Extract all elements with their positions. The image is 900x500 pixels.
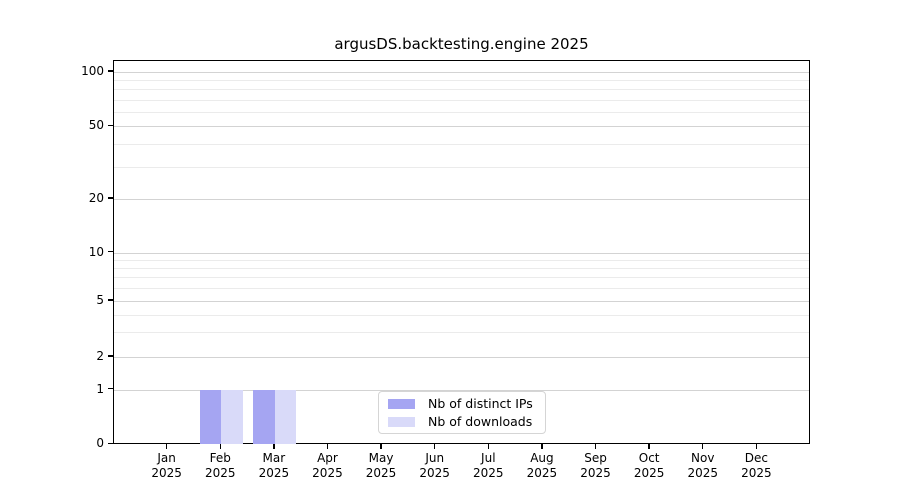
minor-gridline	[114, 332, 809, 333]
minor-gridline	[114, 80, 809, 81]
y-axis-tick-label: 20	[64, 192, 104, 204]
major-gridline	[114, 301, 809, 302]
minor-gridline	[114, 315, 809, 316]
y-axis-tick	[108, 251, 113, 252]
minor-gridline	[114, 277, 809, 278]
y-axis-tick-label: 5	[64, 294, 104, 306]
bar-nb-of-downloads	[221, 390, 242, 444]
y-axis-tick	[108, 197, 113, 198]
x-axis-tick	[541, 444, 542, 449]
y-axis-tick	[108, 70, 113, 71]
y-axis-tick-label: 1	[64, 383, 104, 395]
x-axis-tick	[166, 444, 167, 449]
legend-swatch	[388, 399, 415, 409]
legend: Nb of distinct IPs Nb of downloads	[378, 391, 546, 434]
x-axis-tick	[756, 444, 757, 449]
x-axis-tick	[220, 444, 221, 449]
y-axis-tick	[108, 355, 113, 356]
major-gridline	[114, 72, 809, 73]
y-axis-tick-label: 100	[64, 65, 104, 77]
major-gridline	[114, 126, 809, 127]
plot-area	[113, 60, 810, 444]
x-axis-tick-label-line: 2025	[724, 466, 788, 481]
y-axis-tick-label: 2	[64, 350, 104, 362]
y-axis-tick-label: 10	[64, 246, 104, 258]
y-axis-tick-label: 50	[64, 119, 104, 131]
minor-gridline	[114, 112, 809, 113]
legend-label: Nb of distinct IPs	[428, 396, 533, 411]
minor-gridline	[114, 100, 809, 101]
x-axis-tick	[434, 444, 435, 449]
major-gridline	[114, 199, 809, 200]
x-axis-tick	[380, 444, 381, 449]
bar-nb-of-distinct-ips	[253, 390, 274, 444]
minor-gridline	[114, 288, 809, 289]
y-axis-tick	[108, 125, 113, 126]
minor-gridline	[114, 89, 809, 90]
y-axis-tick-label: 0	[64, 437, 104, 449]
minor-gridline	[114, 260, 809, 261]
x-axis-tick-label-line: Dec	[724, 451, 788, 466]
x-axis-tick	[273, 444, 274, 449]
y-axis-tick	[108, 299, 113, 300]
x-axis-tick	[595, 444, 596, 449]
y-axis-tick	[108, 388, 113, 389]
chart-title: argusDS.backtesting.engine 2025	[113, 35, 810, 53]
minor-gridline	[114, 144, 809, 145]
major-gridline	[114, 253, 809, 254]
x-axis-tick	[648, 444, 649, 449]
x-axis-tick	[702, 444, 703, 449]
legend-entry: Nb of distinct IPs	[379, 395, 545, 412]
bar-nb-of-distinct-ips	[200, 390, 221, 444]
x-axis-tick-label: Dec2025	[724, 451, 788, 481]
x-axis-tick	[327, 444, 328, 449]
major-gridline	[114, 357, 809, 358]
legend-entry: Nb of downloads	[379, 413, 545, 430]
y-axis-tick	[108, 443, 113, 444]
bar-nb-of-downloads	[275, 390, 296, 444]
legend-label: Nb of downloads	[428, 414, 532, 429]
minor-gridline	[114, 167, 809, 168]
minor-gridline	[114, 268, 809, 269]
legend-swatch	[388, 417, 415, 427]
figure: argusDS.backtesting.engine 2025 Nb of di…	[0, 0, 900, 500]
x-axis-tick	[488, 444, 489, 449]
